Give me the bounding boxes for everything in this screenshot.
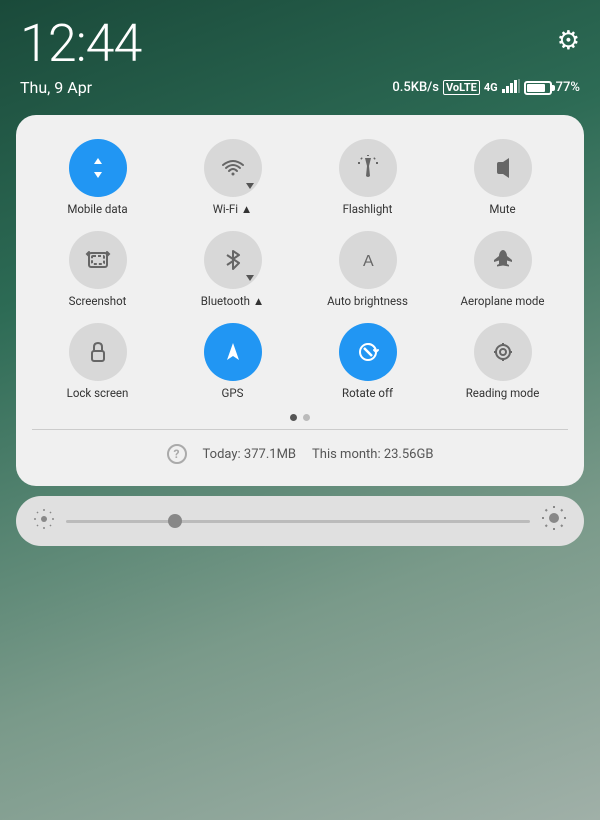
auto-brightness-icon: A — [339, 231, 397, 289]
page-dots — [32, 414, 568, 421]
flashlight-label: Flashlight — [343, 203, 393, 217]
dot-2[interactable] — [303, 414, 310, 421]
bluetooth-label: Bluetooth ▲ — [201, 295, 265, 309]
mobile-data-icon — [69, 139, 127, 197]
svg-text:A: A — [363, 253, 374, 270]
today-usage: Today: 377.1MB — [203, 447, 296, 462]
status-icons: 0.5KB/s VoLTE 4G 77% — [392, 79, 580, 97]
screenshot-label: Screenshot — [69, 295, 127, 309]
help-icon[interactable]: ? — [167, 444, 187, 464]
mobile-data-label: Mobile data — [67, 203, 127, 217]
qs-item-auto-brightness[interactable]: A Auto brightness — [302, 227, 433, 313]
qs-item-gps[interactable]: GPS — [167, 319, 298, 405]
rotate-off-label: Rotate off — [342, 387, 393, 401]
qs-grid: Mobile data Wi-Fi ▲ — [32, 135, 568, 404]
qs-item-flashlight[interactable]: Flashlight — [302, 135, 433, 221]
qs-item-lock-screen[interactable]: Lock screen — [32, 319, 163, 405]
settings-icon[interactable]: ⚙ — [557, 26, 580, 56]
qs-item-mobile-data[interactable]: Mobile data — [32, 135, 163, 221]
lock-icon — [69, 323, 127, 381]
qs-item-screenshot[interactable]: Screenshot — [32, 227, 163, 313]
aeroplane-icon — [474, 231, 532, 289]
qs-item-aeroplane[interactable]: Aeroplane mode — [437, 227, 568, 313]
brightness-track[interactable] — [66, 520, 530, 523]
brightness-low-icon — [34, 509, 54, 534]
brightness-bar[interactable] — [16, 496, 584, 546]
auto-brightness-label: Auto brightness — [327, 295, 408, 309]
data-usage: ? Today: 377.1MB This month: 23.56GB — [32, 438, 568, 472]
wifi-icon — [204, 139, 262, 197]
flashlight-icon — [339, 139, 397, 197]
brightness-high-icon — [542, 506, 566, 536]
mute-icon — [474, 139, 532, 197]
qs-item-bluetooth[interactable]: Bluetooth ▲ — [167, 227, 298, 313]
brightness-thumb[interactable] — [168, 514, 182, 528]
battery-percent: 77% — [556, 80, 580, 95]
bluetooth-icon — [204, 231, 262, 289]
signal-bars — [502, 79, 520, 97]
reading-mode-label: Reading mode — [466, 387, 540, 401]
mute-label: Mute — [489, 203, 515, 217]
reading-mode-icon — [474, 323, 532, 381]
gps-label: GPS — [222, 387, 244, 401]
qs-item-reading-mode[interactable]: Reading mode — [437, 319, 568, 405]
quick-settings-panel: Mobile data Wi-Fi ▲ — [16, 115, 584, 486]
4g-badge: 4G — [484, 81, 498, 94]
lock-screen-label: Lock screen — [67, 387, 129, 401]
status-row2: Thu, 9 Apr 0.5KB/s VoLTE 4G 77% — [0, 76, 600, 107]
battery: 77% — [524, 80, 580, 95]
qs-item-wifi[interactable]: Wi-Fi ▲ — [167, 135, 298, 221]
dot-1[interactable] — [290, 414, 297, 421]
wifi-triangle — [246, 183, 254, 189]
gps-icon — [204, 323, 262, 381]
clock: 12:44 — [20, 18, 141, 70]
month-usage: This month: 23.56GB — [312, 447, 433, 462]
qs-item-rotate-off[interactable]: Rotate off — [302, 319, 433, 405]
date: Thu, 9 Apr — [20, 78, 92, 97]
network-type: VoLTE — [443, 80, 480, 95]
qs-item-mute[interactable]: Mute — [437, 135, 568, 221]
rotate-off-icon — [339, 323, 397, 381]
status-bar: 12:44 ⚙ — [0, 0, 600, 76]
bluetooth-triangle — [246, 275, 254, 281]
screenshot-icon — [69, 231, 127, 289]
wifi-label: Wi-Fi ▲ — [213, 203, 253, 217]
network-speed: 0.5KB/s — [392, 80, 439, 95]
aeroplane-label: Aeroplane mode — [461, 295, 545, 309]
